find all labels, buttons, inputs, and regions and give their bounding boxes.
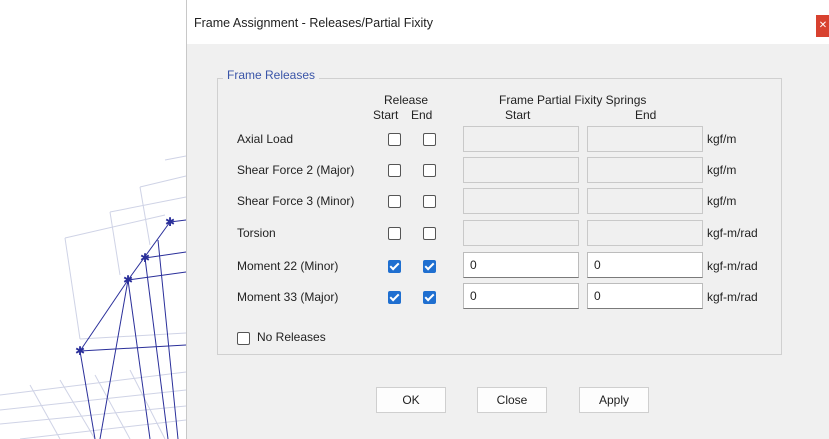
springs-header: Frame Partial Fixity Springs	[499, 93, 647, 107]
unit-label: kgf-m/rad	[707, 226, 758, 240]
release-end-checkbox[interactable]	[423, 164, 436, 177]
row-label-moment-33: Moment 33 (Major)	[237, 290, 339, 304]
apply-button[interactable]: Apply	[579, 387, 649, 413]
unit-label: kgf/m	[707, 163, 737, 177]
release-end-checkbox[interactable]	[423, 133, 436, 146]
row-label-torsion: Torsion	[237, 226, 276, 240]
release-end-checkbox[interactable]	[423, 260, 436, 273]
dialog-titlebar: Frame Assignment - Releases/Partial Fixi…	[187, 0, 829, 44]
spring-start-field[interactable]	[463, 126, 579, 152]
svg-text:✱: ✱	[123, 273, 133, 287]
release-start-checkbox[interactable]	[388, 164, 401, 177]
spring-end-field[interactable]	[587, 126, 703, 152]
svg-text:✱: ✱	[140, 251, 150, 265]
unit-label: kgf-m/rad	[707, 290, 758, 304]
unit-label: kgf/m	[707, 132, 737, 146]
row-label-moment-22: Moment 22 (Minor)	[237, 259, 339, 273]
spring-end-field[interactable]	[587, 283, 703, 309]
release-start-header: Start	[373, 108, 399, 122]
ok-button[interactable]: OK	[376, 387, 446, 413]
springs-end-header: End	[635, 108, 657, 122]
release-end-checkbox[interactable]	[423, 195, 436, 208]
release-end-header: End	[411, 108, 433, 122]
row-label-shear-force-2: Shear Force 2 (Major)	[237, 163, 355, 177]
spring-start-field[interactable]	[463, 283, 579, 309]
spring-end-field[interactable]	[587, 157, 703, 183]
release-header: Release	[384, 93, 429, 107]
release-start-checkbox[interactable]	[388, 260, 401, 273]
spring-start-field[interactable]	[463, 220, 579, 246]
no-releases-checkbox[interactable]	[237, 332, 250, 345]
row-label-shear-force-3: Shear Force 3 (Minor)	[237, 194, 355, 208]
group-label: Frame Releases	[223, 68, 320, 82]
spring-end-field[interactable]	[587, 252, 703, 278]
release-end-checkbox[interactable]	[423, 291, 436, 304]
unit-label: kgf-m/rad	[707, 259, 758, 273]
release-start-checkbox[interactable]	[388, 227, 401, 240]
spring-end-field[interactable]	[587, 220, 703, 246]
release-start-checkbox[interactable]	[388, 195, 401, 208]
release-end-checkbox[interactable]	[423, 227, 436, 240]
dialog-title: Frame Assignment - Releases/Partial Fixi…	[194, 16, 433, 30]
springs-start-header: Start	[505, 108, 531, 122]
unit-label: kgf/m	[707, 194, 737, 208]
close-button[interactable]: Close	[477, 387, 547, 413]
svg-text:✱: ✱	[165, 215, 175, 229]
frame-releases-dialog: Frame Assignment - Releases/Partial Fixi…	[186, 0, 829, 439]
frame-releases-group	[217, 78, 782, 355]
no-releases-label: No Releases	[257, 330, 326, 344]
release-start-checkbox[interactable]	[388, 133, 401, 146]
row-label-axial-load: Axial Load	[237, 132, 294, 146]
svg-text:✱: ✱	[75, 344, 85, 358]
spring-start-field[interactable]	[463, 252, 579, 278]
release-start-checkbox[interactable]	[388, 291, 401, 304]
spring-start-field[interactable]	[463, 188, 579, 214]
spring-end-field[interactable]	[587, 188, 703, 214]
close-icon[interactable]: ✕	[816, 15, 829, 37]
spring-start-field[interactable]	[463, 157, 579, 183]
